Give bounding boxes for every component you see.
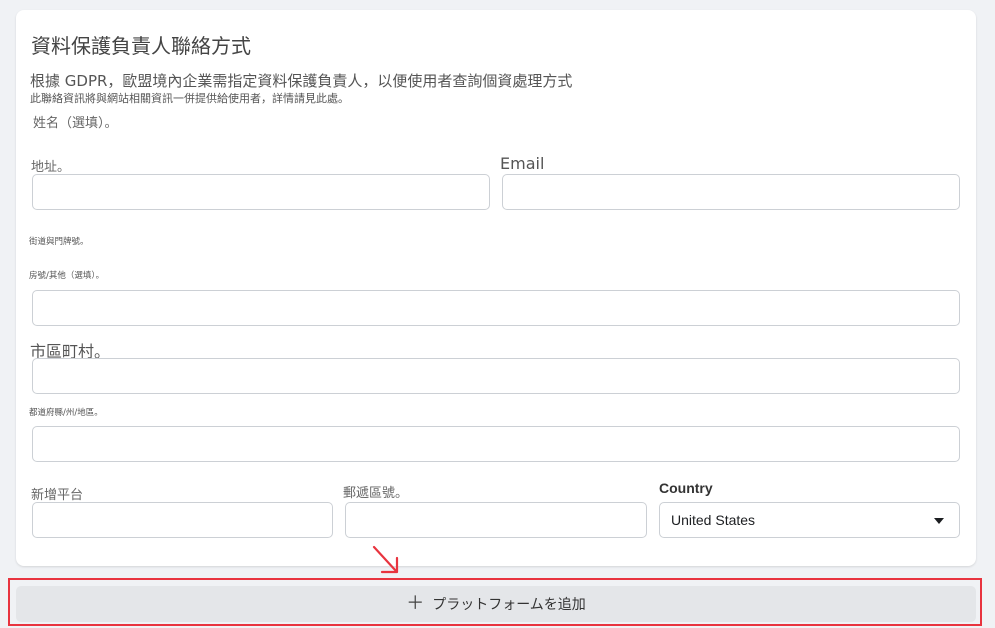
add-platform-label: プラットフォームを追加 (432, 597, 586, 613)
state-label: 都道府縣/州/地區。 (29, 408, 103, 418)
address-input[interactable] (32, 174, 490, 210)
street-hint: 街道與門牌號。 (29, 237, 89, 247)
add-platform-button[interactable]: ＋ プラットフォームを追加 (16, 586, 976, 622)
red-arrow-icon (372, 545, 399, 574)
country-select[interactable]: United States (659, 502, 960, 538)
name-label: 姓名（選填）。 (33, 116, 118, 131)
zip-input[interactable] (345, 502, 647, 538)
state-input[interactable] (32, 426, 960, 462)
dpo-contact-card: 資料保護負責人聯絡方式 根據 GDPR，歐盟境內企業需指定資料保護負責人，以便使… (16, 10, 976, 566)
country-label: Country (659, 480, 713, 496)
platform-input[interactable] (32, 502, 333, 538)
room-label: 房號/其他（選填）。 (29, 271, 105, 281)
plus-icon: ＋ (406, 593, 425, 614)
platform-label: 新增平台 (31, 488, 84, 503)
email-input[interactable] (502, 174, 960, 210)
section-subdescription: 此聯絡資訊將與網站相關資訊一併提供給使用者，詳情請見此處。 (30, 92, 349, 105)
zip-label: 郵遞區號。 (343, 486, 409, 501)
email-label: Email (500, 154, 545, 173)
room-input[interactable] (32, 290, 960, 326)
section-title: 資料保護負責人聯絡方式 (31, 34, 251, 58)
section-description: 根據 GDPR，歐盟境內企業需指定資料保護負責人，以便使用者查詢個資處理方式 (30, 72, 573, 90)
caret-down-icon (934, 518, 944, 524)
address-label: 地址。 (31, 160, 71, 175)
country-select-value: United States (671, 512, 756, 528)
city-input[interactable] (32, 358, 960, 394)
